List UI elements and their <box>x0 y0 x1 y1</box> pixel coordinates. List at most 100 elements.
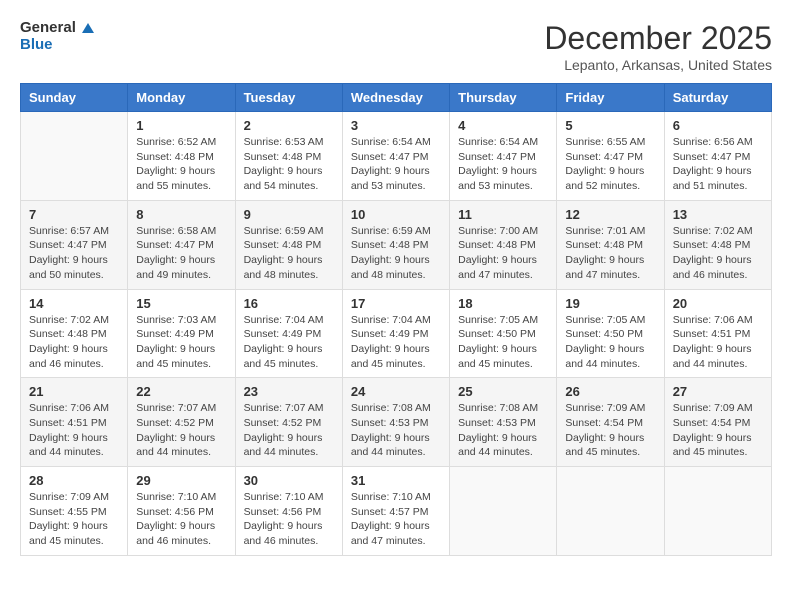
sunrise-text: Sunrise: 7:10 AM <box>351 490 441 505</box>
sunset-text: Sunset: 4:48 PM <box>565 238 655 253</box>
day-info: Sunrise: 7:04 AM Sunset: 4:49 PM Dayligh… <box>244 313 334 372</box>
day-info: Sunrise: 7:07 AM Sunset: 4:52 PM Dayligh… <box>136 401 226 460</box>
sunset-text: Sunset: 4:47 PM <box>458 150 548 165</box>
day-info: Sunrise: 7:02 AM Sunset: 4:48 PM Dayligh… <box>673 224 763 283</box>
day-info: Sunrise: 7:05 AM Sunset: 4:50 PM Dayligh… <box>565 313 655 372</box>
sunrise-text: Sunrise: 6:54 AM <box>458 135 548 150</box>
daylight-text: Daylight: 9 hours and 46 minutes. <box>244 519 334 548</box>
daylight-text: Daylight: 9 hours and 45 minutes. <box>673 431 763 460</box>
day-number: 12 <box>565 207 655 222</box>
day-number: 8 <box>136 207 226 222</box>
daylight-text: Daylight: 9 hours and 47 minutes. <box>351 519 441 548</box>
sunrise-text: Sunrise: 7:05 AM <box>565 313 655 328</box>
daylight-text: Daylight: 9 hours and 50 minutes. <box>29 253 119 282</box>
calendar-week-row: 1 Sunrise: 6:52 AM Sunset: 4:48 PM Dayli… <box>21 112 772 201</box>
calendar-cell: 22 Sunrise: 7:07 AM Sunset: 4:52 PM Dayl… <box>128 378 235 467</box>
calendar-cell: 29 Sunrise: 7:10 AM Sunset: 4:56 PM Dayl… <box>128 467 235 556</box>
sunrise-text: Sunrise: 7:06 AM <box>673 313 763 328</box>
calendar-cell: 9 Sunrise: 6:59 AM Sunset: 4:48 PM Dayli… <box>235 200 342 289</box>
calendar-week-row: 28 Sunrise: 7:09 AM Sunset: 4:55 PM Dayl… <box>21 467 772 556</box>
sunrise-text: Sunrise: 7:08 AM <box>458 401 548 416</box>
day-info: Sunrise: 7:02 AM Sunset: 4:48 PM Dayligh… <box>29 313 119 372</box>
day-number: 3 <box>351 118 441 133</box>
sunset-text: Sunset: 4:56 PM <box>136 505 226 520</box>
sunset-text: Sunset: 4:57 PM <box>351 505 441 520</box>
day-info: Sunrise: 6:59 AM Sunset: 4:48 PM Dayligh… <box>244 224 334 283</box>
daylight-text: Daylight: 9 hours and 53 minutes. <box>458 164 548 193</box>
sunrise-text: Sunrise: 7:09 AM <box>565 401 655 416</box>
sunrise-text: Sunrise: 7:04 AM <box>244 313 334 328</box>
calendar-week-row: 21 Sunrise: 7:06 AM Sunset: 4:51 PM Dayl… <box>21 378 772 467</box>
sunrise-text: Sunrise: 6:53 AM <box>244 135 334 150</box>
day-info: Sunrise: 7:00 AM Sunset: 4:48 PM Dayligh… <box>458 224 548 283</box>
daylight-text: Daylight: 9 hours and 48 minutes. <box>244 253 334 282</box>
sunrise-text: Sunrise: 7:02 AM <box>673 224 763 239</box>
day-number: 5 <box>565 118 655 133</box>
calendar-cell: 20 Sunrise: 7:06 AM Sunset: 4:51 PM Dayl… <box>664 289 771 378</box>
sunrise-text: Sunrise: 7:01 AM <box>565 224 655 239</box>
sunset-text: Sunset: 4:49 PM <box>136 327 226 342</box>
day-info: Sunrise: 7:08 AM Sunset: 4:53 PM Dayligh… <box>458 401 548 460</box>
sunset-text: Sunset: 4:48 PM <box>29 327 119 342</box>
calendar-cell: 23 Sunrise: 7:07 AM Sunset: 4:52 PM Dayl… <box>235 378 342 467</box>
calendar-cell <box>557 467 664 556</box>
daylight-text: Daylight: 9 hours and 45 minutes. <box>351 342 441 371</box>
weekday-header: Wednesday <box>342 84 449 112</box>
sunset-text: Sunset: 4:48 PM <box>244 150 334 165</box>
day-info: Sunrise: 7:10 AM Sunset: 4:57 PM Dayligh… <box>351 490 441 549</box>
day-number: 18 <box>458 296 548 311</box>
sunset-text: Sunset: 4:47 PM <box>673 150 763 165</box>
calendar-cell: 6 Sunrise: 6:56 AM Sunset: 4:47 PM Dayli… <box>664 112 771 201</box>
calendar-cell <box>664 467 771 556</box>
calendar-cell: 7 Sunrise: 6:57 AM Sunset: 4:47 PM Dayli… <box>21 200 128 289</box>
sunrise-text: Sunrise: 7:10 AM <box>136 490 226 505</box>
daylight-text: Daylight: 9 hours and 46 minutes. <box>29 342 119 371</box>
day-number: 1 <box>136 118 226 133</box>
sunrise-text: Sunrise: 7:09 AM <box>673 401 763 416</box>
sunrise-text: Sunrise: 7:07 AM <box>244 401 334 416</box>
day-info: Sunrise: 7:09 AM Sunset: 4:54 PM Dayligh… <box>673 401 763 460</box>
sunset-text: Sunset: 4:50 PM <box>458 327 548 342</box>
calendar-cell: 31 Sunrise: 7:10 AM Sunset: 4:57 PM Dayl… <box>342 467 449 556</box>
sunset-text: Sunset: 4:53 PM <box>351 416 441 431</box>
day-number: 27 <box>673 384 763 399</box>
sunset-text: Sunset: 4:56 PM <box>244 505 334 520</box>
sunrise-text: Sunrise: 6:55 AM <box>565 135 655 150</box>
daylight-text: Daylight: 9 hours and 51 minutes. <box>673 164 763 193</box>
day-number: 24 <box>351 384 441 399</box>
page-header: General Blue December 2025 Lepanto, Arka… <box>20 20 772 73</box>
daylight-text: Daylight: 9 hours and 46 minutes. <box>136 519 226 548</box>
day-info: Sunrise: 6:55 AM Sunset: 4:47 PM Dayligh… <box>565 135 655 194</box>
day-info: Sunrise: 6:57 AM Sunset: 4:47 PM Dayligh… <box>29 224 119 283</box>
day-info: Sunrise: 6:52 AM Sunset: 4:48 PM Dayligh… <box>136 135 226 194</box>
sunrise-text: Sunrise: 6:59 AM <box>351 224 441 239</box>
calendar-table: SundayMondayTuesdayWednesdayThursdayFrid… <box>20 83 772 556</box>
calendar-cell <box>450 467 557 556</box>
sunrise-text: Sunrise: 7:09 AM <box>29 490 119 505</box>
day-info: Sunrise: 6:54 AM Sunset: 4:47 PM Dayligh… <box>351 135 441 194</box>
sunrise-text: Sunrise: 7:07 AM <box>136 401 226 416</box>
calendar-cell: 8 Sunrise: 6:58 AM Sunset: 4:47 PM Dayli… <box>128 200 235 289</box>
daylight-text: Daylight: 9 hours and 45 minutes. <box>244 342 334 371</box>
sunset-text: Sunset: 4:54 PM <box>673 416 763 431</box>
sunset-text: Sunset: 4:47 PM <box>29 238 119 253</box>
day-number: 10 <box>351 207 441 222</box>
weekday-header: Saturday <box>664 84 771 112</box>
calendar-cell: 30 Sunrise: 7:10 AM Sunset: 4:56 PM Dayl… <box>235 467 342 556</box>
day-number: 2 <box>244 118 334 133</box>
day-number: 6 <box>673 118 763 133</box>
daylight-text: Daylight: 9 hours and 55 minutes. <box>136 164 226 193</box>
sunset-text: Sunset: 4:47 PM <box>351 150 441 165</box>
daylight-text: Daylight: 9 hours and 45 minutes. <box>565 431 655 460</box>
daylight-text: Daylight: 9 hours and 47 minutes. <box>458 253 548 282</box>
sunrise-text: Sunrise: 7:02 AM <box>29 313 119 328</box>
day-number: 17 <box>351 296 441 311</box>
sunset-text: Sunset: 4:48 PM <box>136 150 226 165</box>
day-info: Sunrise: 7:07 AM Sunset: 4:52 PM Dayligh… <box>244 401 334 460</box>
sunset-text: Sunset: 4:51 PM <box>673 327 763 342</box>
day-number: 30 <box>244 473 334 488</box>
day-number: 25 <box>458 384 548 399</box>
day-number: 21 <box>29 384 119 399</box>
calendar-cell: 19 Sunrise: 7:05 AM Sunset: 4:50 PM Dayl… <box>557 289 664 378</box>
daylight-text: Daylight: 9 hours and 47 minutes. <box>565 253 655 282</box>
